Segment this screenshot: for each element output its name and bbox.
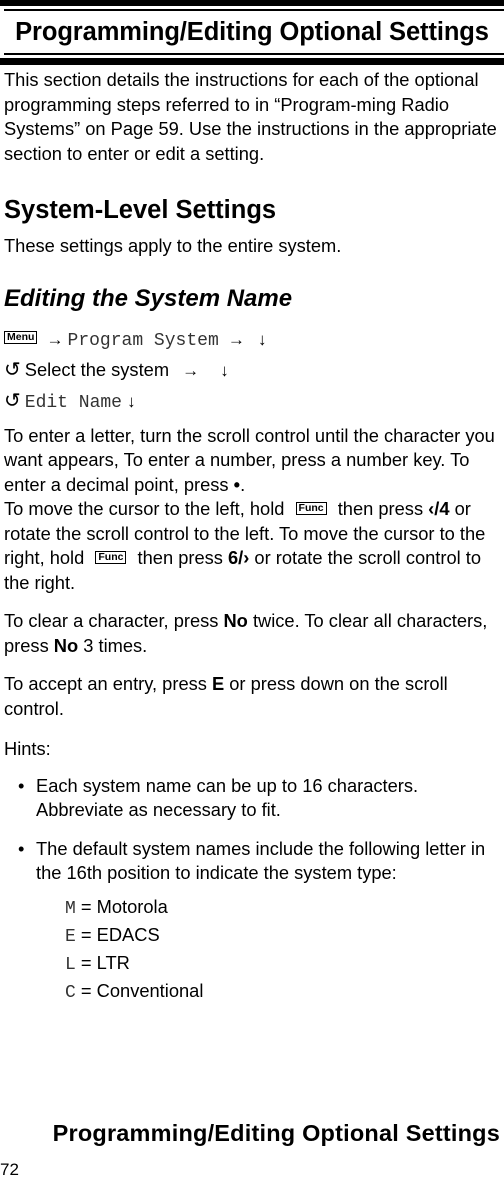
accept-instructions: To accept an entry, press E or press dow… [4, 673, 448, 719]
hint-item: • The default system names include the fo… [18, 837, 486, 884]
edit-name-label: Edit Name [24, 392, 122, 413]
header-bottom-rule [4, 53, 504, 55]
page-number: 72 [0, 1160, 19, 1179]
steps-sequence: Menu → Program System → ↓ ↺ Select the sys… [4, 323, 502, 416]
bullet-icon: • [18, 774, 25, 796]
program-system-label: Program System [67, 330, 219, 351]
e-key-label: E [211, 673, 225, 694]
section-heading: System-Level Settings [4, 196, 277, 224]
page-title: Programming/Editing Optional Settings [15, 18, 489, 46]
clear-instructions: To clear a character, press No twice. To… [4, 610, 488, 656]
arrow-down-icon: ↓ [257, 329, 267, 349]
system-type-item: L = LTR [65, 951, 130, 975]
system-type-item: M = Motorola [65, 895, 168, 919]
step-2: ↺ Select the system → ↓ [4, 354, 502, 385]
arrow-down-icon: ↓ [127, 391, 136, 411]
menu-key-icon: Menu [4, 331, 38, 345]
arrow-right-icon: → [182, 360, 200, 380]
hints-label: Hints: [4, 738, 51, 759]
hint-item: • Each system name can be up to 16 charac… [18, 774, 419, 821]
system-type-item: C = Conventional [65, 979, 204, 1003]
left-key-icon: ‹/4 [428, 498, 450, 519]
select-system-label: Select the system [24, 358, 170, 380]
subsection-heading: Editing the System Name [4, 284, 293, 312]
step-3: ↺ Edit Name ↓ [4, 385, 502, 416]
arrow-down-icon: ↓ [220, 360, 229, 380]
no-key-label: No [53, 634, 79, 656]
system-type-item: E = EDACS [65, 923, 160, 947]
hints-list: • Each system name can be up to 16 charac… [4, 774, 502, 886]
header-top-bar [0, 0, 504, 6]
section-description: These settings apply to the entire syste… [4, 235, 342, 256]
intro-paragraph: This section details the instructions fo… [4, 69, 497, 164]
system-type-list: M = Motorola E = EDACS L = LTR C = Conve… [65, 894, 502, 1006]
entry-instructions: To enter a letter, turn the scroll contr… [4, 424, 495, 593]
header-bottom-bar [0, 58, 504, 65]
bullet-icon: • [18, 837, 25, 859]
header-top-rule [4, 9, 504, 11]
rotate-icon: ↺ [4, 389, 21, 412]
footer-title: Programming/Editing Optional Settings [52, 1120, 500, 1146]
arrow-right-icon: → [227, 329, 245, 349]
page-content: This section details the instructions fo… [4, 68, 502, 1006]
step-1: Menu → Program System → ↓ [4, 323, 502, 354]
no-key-label: No [223, 610, 248, 631]
arrow-right-icon: → [46, 329, 64, 349]
func-key-icon: Func [95, 550, 127, 564]
rotate-icon: ↺ [4, 358, 21, 381]
right-key-icon: 6/› [228, 547, 250, 568]
func-key-icon: Func [295, 501, 327, 515]
